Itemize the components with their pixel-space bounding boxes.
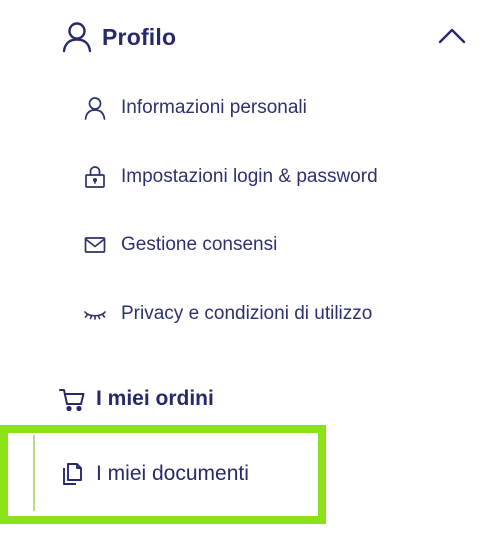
envelope-icon [82, 232, 108, 258]
cart-icon [58, 385, 86, 413]
menu-item-documents[interactable]: I miei documenti [58, 456, 249, 492]
eye-closed-icon [82, 301, 108, 327]
menu-item-label: Informazioni personali [121, 97, 307, 118]
profile-section-label: Profilo [102, 23, 177, 50]
menu-item-label: Privacy e condizioni di utilizzo [121, 303, 373, 324]
user-icon [82, 95, 108, 121]
documents-icon [58, 460, 86, 488]
active-indicator-bar [33, 435, 35, 511]
menu-item-label: Impostazioni login & password [121, 166, 378, 187]
collapse-profile-button[interactable] [432, 20, 472, 52]
menu-item-label: I miei documenti [96, 462, 249, 485]
menu-item-label: I miei ordini [96, 387, 214, 410]
user-icon [60, 20, 94, 54]
menu-item-privacy[interactable]: Privacy e condizioni di utilizzo [82, 298, 372, 330]
menu-item-consents[interactable]: Gestione consensi [82, 229, 277, 261]
menu-item-orders[interactable]: I miei ordini [58, 383, 214, 415]
chevron-up-icon [432, 20, 472, 52]
lock-icon [82, 164, 108, 190]
menu-item-login-password[interactable]: Impostazioni login & password [82, 161, 378, 193]
profile-section-header[interactable]: Profilo [60, 18, 176, 56]
menu-item-label: Gestione consensi [121, 234, 278, 255]
menu-item-personal-info[interactable]: Informazioni personali [82, 92, 307, 124]
